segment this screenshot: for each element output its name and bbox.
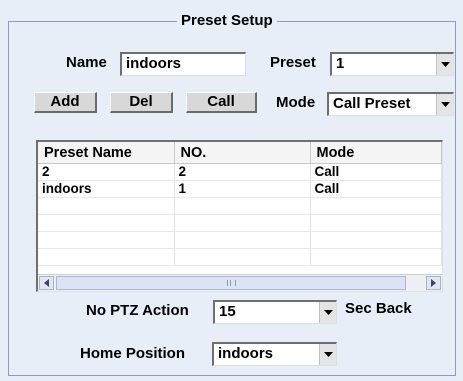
cell-empty [310, 214, 442, 232]
cell-empty [38, 214, 175, 232]
no-ptz-action-select[interactable]: 15 [213, 300, 337, 324]
table-row[interactable]: 2 2 Call [38, 163, 442, 181]
cell-empty [38, 231, 175, 249]
table-row [38, 214, 442, 232]
preset-table: Preset Name NO. Mode 2 2 Call indoors 1 Call [38, 142, 442, 266]
group-legend: Preset Setup [177, 11, 277, 31]
name-input[interactable]: indoors [120, 52, 246, 76]
preset-label: Preset [270, 54, 316, 71]
mode-select-value: Call Preset [333, 95, 411, 112]
cell-empty [174, 231, 311, 249]
cell-empty [38, 248, 175, 266]
del-button[interactable]: Del [110, 92, 173, 113]
add-button[interactable]: Add [34, 92, 97, 113]
scroll-thumb[interactable] [56, 276, 406, 290]
cell-empty [174, 197, 311, 215]
cell-empty [174, 214, 311, 232]
home-position-select[interactable]: indoors [212, 342, 337, 366]
table-row [38, 231, 442, 249]
arrow-left-icon[interactable] [39, 276, 54, 290]
cell-empty [310, 231, 442, 249]
cell-preset-name: indoors [38, 180, 175, 198]
column-header-mode[interactable]: Mode [310, 142, 442, 164]
scroll-grip-icon [226, 280, 236, 286]
horizontal-scrollbar[interactable] [38, 274, 442, 291]
mode-label: Mode [276, 94, 316, 111]
preset-list[interactable]: Preset Name NO. Mode 2 2 Call indoors 1 Call [36, 140, 443, 292]
cell-mode: Call [310, 180, 442, 198]
cell-empty [174, 248, 311, 266]
table-row [38, 197, 442, 215]
table-row [38, 248, 442, 266]
chevron-down-icon[interactable] [319, 344, 336, 365]
chevron-down-icon[interactable] [436, 94, 453, 115]
table-header-row: Preset Name NO. Mode [38, 142, 442, 164]
cell-no: 2 [174, 163, 311, 181]
cell-empty [310, 197, 442, 215]
home-position-label: Home Position [80, 345, 186, 362]
no-ptz-action-label: No PTZ Action [86, 302, 189, 319]
sec-back-label: Sec Back [345, 300, 412, 317]
column-header-preset-name[interactable]: Preset Name [38, 142, 175, 164]
column-header-no[interactable]: NO. [174, 142, 311, 164]
table-row[interactable]: indoors 1 Call [38, 180, 442, 198]
cell-preset-name: 2 [38, 163, 175, 181]
call-button[interactable]: Call [186, 92, 257, 113]
cell-empty [38, 197, 175, 215]
name-label: Name [66, 54, 107, 71]
preset-select-value: 1 [336, 55, 345, 72]
home-position-value: indoors [218, 345, 273, 362]
chevron-down-icon[interactable] [436, 54, 453, 75]
cell-no: 1 [174, 180, 311, 198]
arrow-right-icon[interactable] [426, 276, 441, 290]
cell-mode: Call [310, 163, 442, 181]
mode-select[interactable]: Call Preset [327, 92, 454, 116]
cell-empty [310, 248, 442, 266]
preset-select[interactable]: 1 [330, 52, 454, 76]
no-ptz-action-value: 15 [219, 303, 236, 320]
chevron-down-icon[interactable] [319, 302, 336, 323]
